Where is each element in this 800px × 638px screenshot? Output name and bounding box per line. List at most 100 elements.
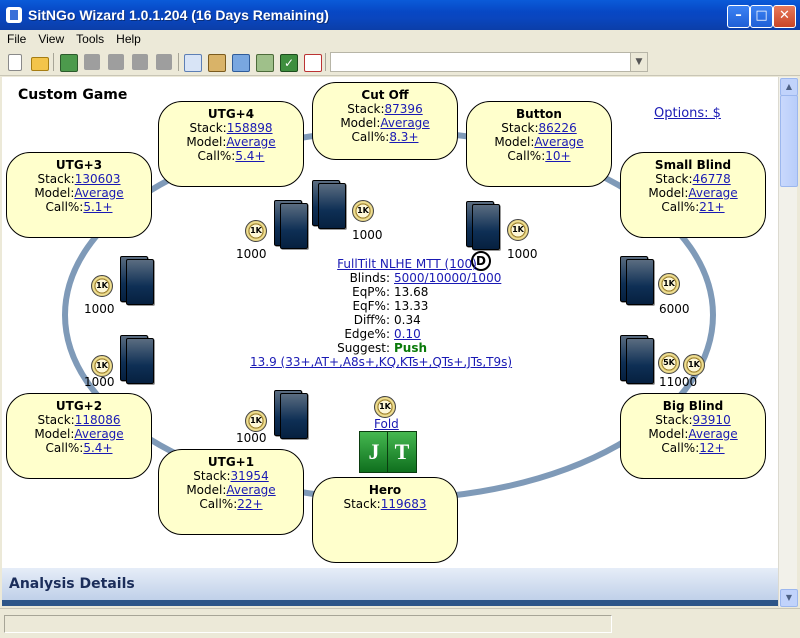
stack-value[interactable]: 119683 [381,497,427,511]
analysis-details-panel: Analysis Details [2,568,778,606]
analysis-details-title: Analysis Details [9,576,135,592]
scroll-thumb[interactable] [780,95,798,187]
push-range-link[interactable]: 13.9 (33+,AT+,A8s+,KQ,KTs+,QTs+,JTs,T9s) [250,355,512,369]
call-value[interactable]: 5.4+ [83,441,112,455]
stack-value[interactable]: 158898 [227,121,273,135]
menu-tools[interactable]: Tools [69,30,109,46]
seat-name: Big Blind [662,399,724,413]
stack-value[interactable]: 46778 [693,172,731,186]
disabled-tool-2-icon [108,54,124,70]
call-value[interactable]: 12+ [699,441,724,455]
toolbar-combo[interactable]: ▼ [330,52,648,72]
menu-view[interactable]: View [31,30,69,46]
title-bar: SitNGo Wizard 1.0.1.204 (16 Days Remaini… [0,0,800,30]
copy-icon[interactable] [184,54,202,72]
menu-help[interactable]: Help [109,30,146,46]
chevron-down-icon[interactable]: ▼ [630,53,647,71]
chip-icon: 1K [245,410,267,432]
seat-utg1[interactable]: UTG+1 Stack:31954 Model:Average Call%:22… [158,449,304,535]
vertical-scrollbar[interactable]: ▲ ▼ [778,77,798,607]
eqp-value: 13.68 [394,285,429,299]
maximize-button[interactable]: □ [750,5,773,28]
cards-utg4 [274,200,312,249]
chip-icon: 1K [374,396,396,418]
model-value[interactable]: Average [688,186,737,200]
chip-icon: 1K [245,220,267,242]
game-panel: Custom Game Options: $ Cut Off Stack:873… [2,77,778,568]
fold-link[interactable]: Fold [374,417,399,431]
seat-utg4[interactable]: UTG+4 Stack:158898 Model:Average Call%:5… [158,101,304,187]
call-value[interactable]: 22+ [237,497,262,511]
chip-icon: 1K [91,275,113,297]
seat-big-blind[interactable]: Big Blind Stack:93910 Model:Average Call… [620,393,766,479]
call-value[interactable]: 8.3+ [389,130,418,144]
stack-value[interactable]: 93910 [693,413,731,427]
app-icon [6,7,22,23]
stack-value[interactable]: 86226 [539,121,577,135]
chip-icon: 1K [507,219,529,241]
stack-value[interactable]: 130603 [75,172,121,186]
seat-name: Button [516,107,562,121]
model-value[interactable]: Average [380,116,429,130]
call-value[interactable]: 10+ [545,149,570,163]
model-value[interactable]: Average [226,135,275,149]
call-value[interactable]: 21+ [699,200,724,214]
eqf-value: 13.33 [394,299,429,313]
report-icon[interactable] [304,54,322,72]
window-title: SitNGo Wizard 1.0.1.204 (16 Days Remaini… [28,7,329,23]
call-value[interactable]: 5.4+ [235,149,264,163]
seat-small-blind[interactable]: Small Blind Stack:46778 Model:Average Ca… [620,152,766,238]
menu-file[interactable]: File [0,30,31,46]
minimize-button[interactable]: – [727,5,750,28]
seat-name: Cut Off [361,88,409,102]
options-link[interactable]: Options: $ [654,106,721,121]
stack-value[interactable]: 31954 [231,469,269,483]
blinds-link[interactable]: 5000/10000/1000 [390,271,501,285]
bet-utg3: 1000 [84,302,115,316]
bet-utg1: 1000 [236,431,267,445]
paste-icon[interactable] [208,54,226,72]
stack-value[interactable]: 87396 [385,102,423,116]
model-value[interactable]: Average [226,483,275,497]
decision-info: FullTilt NLHE MTT (100) Blinds: 5000/1000… [250,257,513,369]
screenshot-icon[interactable] [232,54,250,72]
home-icon[interactable] [60,54,78,72]
edge-link[interactable]: 0.10 [390,327,421,341]
hero-card-2: T [387,431,417,473]
cards-utg3 [120,256,158,305]
seat-name: UTG+2 [55,399,103,413]
disabled-tool-1-icon [84,54,100,70]
diff-value: 0.34 [394,313,421,327]
chip-icon: 1K [683,354,705,376]
open-folder-icon[interactable] [31,57,49,71]
bet-cut-off: 1000 [352,228,383,242]
cards-big-blind [620,335,658,384]
chip-5k-icon: 5K [658,352,680,374]
model-value[interactable]: Average [74,186,123,200]
status-pane [4,615,612,633]
close-button[interactable]: ✕ [773,5,796,28]
new-icon[interactable] [8,54,22,71]
tournament-link[interactable]: FullTilt NLHE MTT (100) [337,257,477,271]
seat-name: Hero [368,483,402,497]
call-value[interactable]: 5.1+ [83,200,112,214]
cards-cut-off [312,180,350,229]
seat-hero[interactable]: Hero Stack:119683 [312,477,458,563]
bet-utg2: 1000 [84,375,115,389]
seat-utg2[interactable]: UTG+2 Stack:118086 Model:Average Call%:5… [6,393,152,479]
model-value[interactable]: Average [688,427,737,441]
seat-button[interactable]: Button Stack:86226 Model:Average Call%:1… [466,101,612,187]
cards-utg2 [120,335,158,384]
seat-cut-off[interactable]: Cut Off Stack:87396 Model:Average Call%:… [312,82,458,160]
model-value[interactable]: Average [534,135,583,149]
model-value[interactable]: Average [74,427,123,441]
cards-utg1 [274,390,312,439]
chart-icon[interactable] [256,54,274,72]
seat-utg3[interactable]: UTG+3 Stack:130603 Model:Average Call%:5… [6,152,152,238]
cards-small-blind [620,256,658,305]
scroll-up-icon[interactable]: ▲ [780,78,798,96]
check-icon[interactable]: ✓ [280,54,298,72]
scroll-down-icon[interactable]: ▼ [780,589,798,607]
chip-icon: 1K [91,355,113,377]
stack-value[interactable]: 118086 [75,413,121,427]
